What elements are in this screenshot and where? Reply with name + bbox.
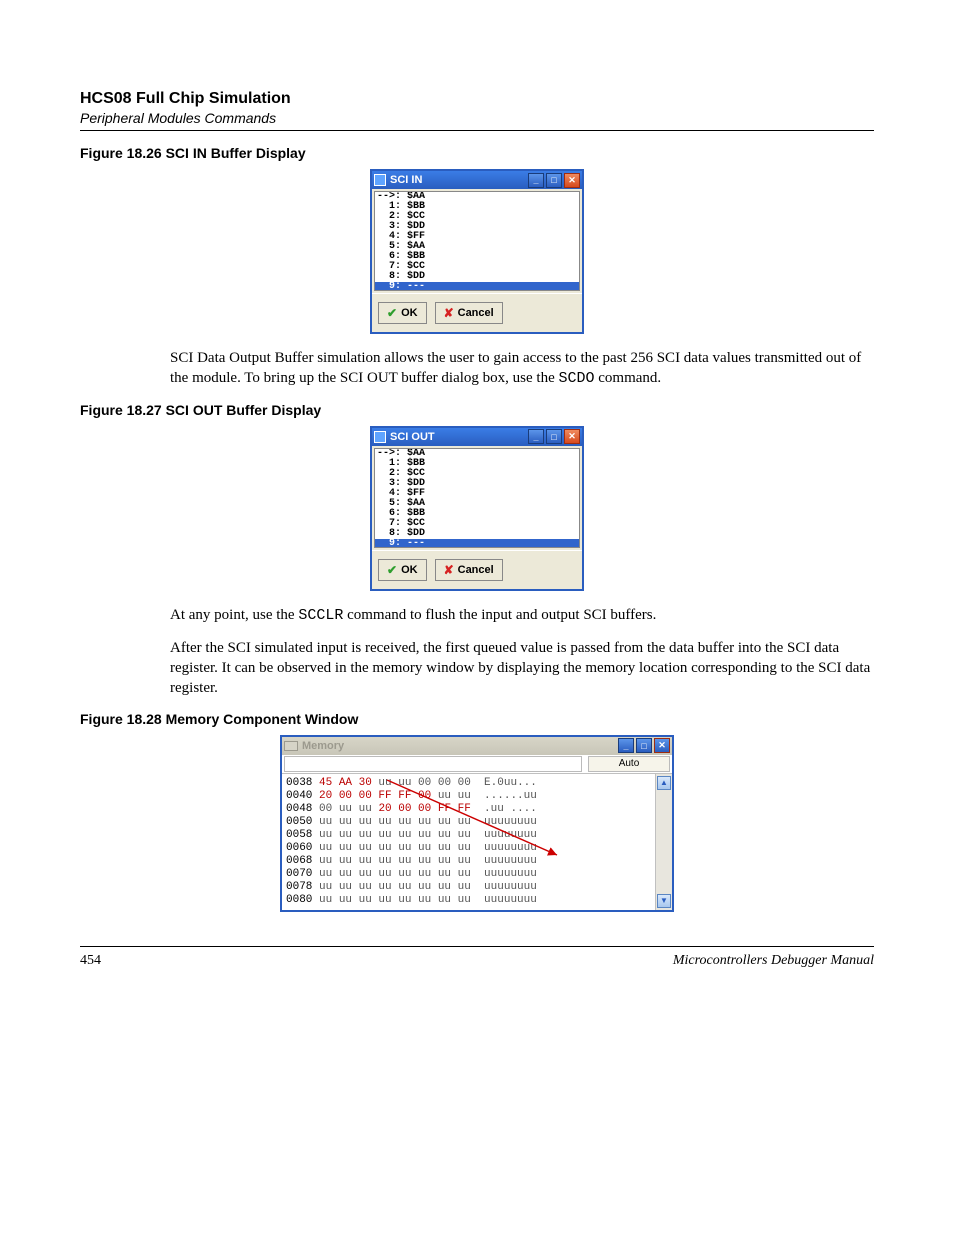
memory-row[interactable]: 0050 uu uu uu uu uu uu uu uu uuuuuuuu bbox=[286, 816, 651, 829]
manual-title: Microcontrollers Debugger Manual bbox=[673, 953, 874, 969]
cross-icon: ✘ bbox=[444, 306, 454, 320]
page-title: HCS08 Full Chip Simulation bbox=[80, 90, 874, 108]
figure-18-26: SCI IN _ □ ✕ -->: $AA 1: $BB 2: $CC 3: $… bbox=[80, 169, 874, 334]
close-button[interactable]: ✕ bbox=[564, 173, 580, 188]
sci-in-dialog: SCI IN _ □ ✕ -->: $AA 1: $BB 2: $CC 3: $… bbox=[370, 169, 584, 334]
app-icon bbox=[374, 431, 386, 443]
list-item[interactable]: 1: $BB bbox=[377, 459, 579, 469]
page-subtitle: Peripheral Modules Commands bbox=[80, 110, 874, 126]
figure-18-27: SCI OUT _ □ ✕ -->: $AA 1: $BB 2: $CC 3: … bbox=[80, 426, 874, 591]
ok-button[interactable]: ✔ OK bbox=[378, 302, 427, 324]
memory-row[interactable]: 0038 45 AA 30 uu uu 00 00 00 E.0uu... bbox=[286, 777, 651, 790]
cancel-button[interactable]: ✘ Cancel bbox=[435, 302, 503, 324]
list-item[interactable]: 6: $BB bbox=[377, 509, 579, 519]
memory-titlebar[interactable]: Memory _ □ ✕ bbox=[282, 737, 672, 755]
figure-caption-18-27: Figure 18.27 SCI OUT Buffer Display bbox=[80, 402, 874, 418]
close-button[interactable]: ✕ bbox=[564, 429, 580, 444]
memory-row[interactable]: 0080 uu uu uu uu uu uu uu uu uuuuuuuu bbox=[286, 894, 651, 907]
ok-button[interactable]: ✔ OK bbox=[378, 559, 427, 581]
app-icon bbox=[374, 174, 386, 186]
header-rule bbox=[80, 130, 874, 131]
memory-row[interactable]: 0078 uu uu uu uu uu uu uu uu uuuuuuuu bbox=[286, 881, 651, 894]
scroll-track[interactable] bbox=[656, 790, 672, 894]
minimize-button[interactable]: _ bbox=[528, 429, 544, 444]
memory-row[interactable]: 0040 20 00 00 FF FF 00 uu uu ......uu bbox=[286, 790, 651, 803]
sci-in-title: SCI IN bbox=[390, 174, 422, 186]
memory-app-icon bbox=[284, 741, 298, 751]
maximize-button[interactable]: □ bbox=[636, 738, 652, 753]
auto-button[interactable]: Auto bbox=[588, 756, 670, 772]
scroll-up-icon[interactable]: ▲ bbox=[657, 776, 671, 790]
close-button[interactable]: ✕ bbox=[654, 738, 670, 753]
maximize-button[interactable]: □ bbox=[546, 173, 562, 188]
memory-body: 0038 45 AA 30 uu uu 00 00 00 E.0uu...004… bbox=[282, 774, 672, 910]
list-item-selected[interactable]: 9: --- bbox=[375, 282, 580, 291]
ok-label: OK bbox=[401, 564, 418, 576]
scrollbar[interactable]: ▲ ▼ bbox=[655, 774, 672, 910]
scroll-down-icon[interactable]: ▼ bbox=[657, 894, 671, 908]
memory-row[interactable]: 0060 uu uu uu uu uu uu uu uu uuuuuuuu bbox=[286, 842, 651, 855]
minimize-button[interactable]: _ bbox=[528, 173, 544, 188]
sci-out-title: SCI OUT bbox=[390, 431, 435, 443]
list-item[interactable]: 7: $CC bbox=[377, 519, 579, 529]
list-item[interactable]: 2: $CC bbox=[377, 469, 579, 479]
address-input[interactable] bbox=[284, 756, 582, 772]
page-footer: 454 Microcontrollers Debugger Manual bbox=[80, 946, 874, 969]
list-item[interactable]: -->: $AA bbox=[377, 449, 579, 459]
paragraph-3: After the SCI simulated input is receive… bbox=[170, 638, 874, 699]
sci-in-listbox[interactable]: -->: $AA 1: $BB 2: $CC 3: $DD 4: $FF 5: … bbox=[374, 191, 580, 291]
sci-out-listbox[interactable]: -->: $AA 1: $BB 2: $CC 3: $DD 4: $FF 5: … bbox=[374, 448, 580, 548]
paragraph-1: SCI Data Output Buffer simulation allows… bbox=[170, 348, 874, 390]
figure-18-28: Memory _ □ ✕ Auto 0038 45 AA 30 uu uu 00… bbox=[80, 735, 874, 912]
check-icon: ✔ bbox=[387, 306, 397, 320]
memory-row[interactable]: 0058 uu uu uu uu uu uu uu uu uuuuuuuu bbox=[286, 829, 651, 842]
maximize-button[interactable]: □ bbox=[546, 429, 562, 444]
minimize-button[interactable]: _ bbox=[618, 738, 634, 753]
cancel-label: Cancel bbox=[458, 307, 494, 319]
list-item[interactable]: 5: $AA bbox=[377, 499, 579, 509]
cross-icon: ✘ bbox=[444, 563, 454, 577]
list-item-selected[interactable]: 9: --- bbox=[375, 539, 580, 548]
memory-row[interactable]: 0068 uu uu uu uu uu uu uu uu uuuuuuuu bbox=[286, 855, 651, 868]
sci-in-titlebar[interactable]: SCI IN _ □ ✕ bbox=[372, 171, 582, 189]
list-item[interactable]: 3: $DD bbox=[377, 479, 579, 489]
sci-out-dialog: SCI OUT _ □ ✕ -->: $AA 1: $BB 2: $CC 3: … bbox=[370, 426, 584, 591]
ok-label: OK bbox=[401, 307, 418, 319]
figure-caption-18-28: Figure 18.28 Memory Component Window bbox=[80, 711, 874, 727]
memory-window: Memory _ □ ✕ Auto 0038 45 AA 30 uu uu 00… bbox=[280, 735, 674, 912]
memory-title: Memory bbox=[302, 740, 344, 752]
paragraph-2: At any point, use the SCCLR command to f… bbox=[170, 605, 874, 626]
figure-caption-18-26: Figure 18.26 SCI IN Buffer Display bbox=[80, 145, 874, 161]
memory-row[interactable]: 0070 uu uu uu uu uu uu uu uu uuuuuuuu bbox=[286, 868, 651, 881]
list-item[interactable]: 8: $DD bbox=[377, 529, 579, 539]
page-number: 454 bbox=[80, 953, 101, 969]
cancel-label: Cancel bbox=[458, 564, 494, 576]
memory-rows[interactable]: 0038 45 AA 30 uu uu 00 00 00 E.0uu...004… bbox=[282, 774, 655, 910]
sci-out-titlebar[interactable]: SCI OUT _ □ ✕ bbox=[372, 428, 582, 446]
cancel-button[interactable]: ✘ Cancel bbox=[435, 559, 503, 581]
check-icon: ✔ bbox=[387, 563, 397, 577]
memory-toolbar: Auto bbox=[282, 755, 672, 774]
memory-row[interactable]: 0048 00 uu uu 20 00 00 FF FF .uu .... bbox=[286, 803, 651, 816]
list-item[interactable]: 4: $FF bbox=[377, 489, 579, 499]
